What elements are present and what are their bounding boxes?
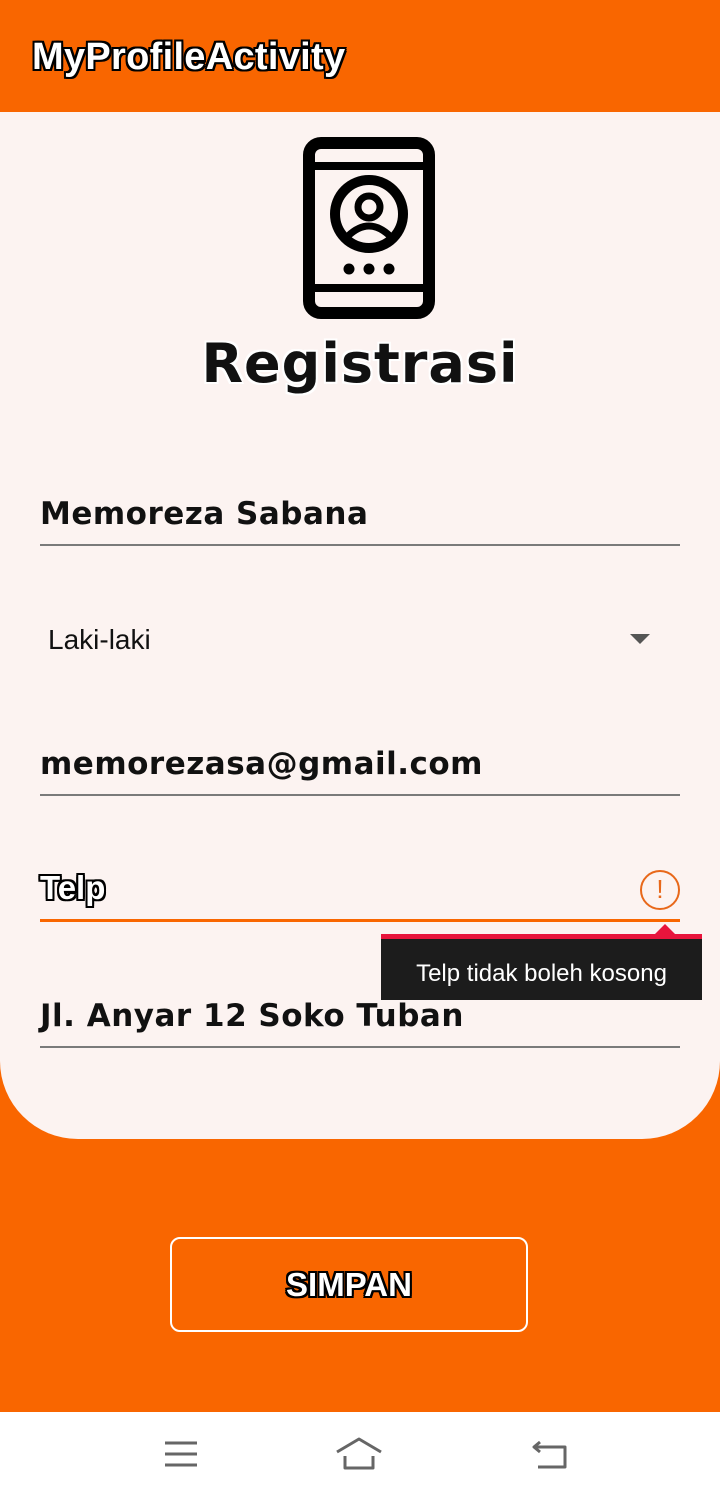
telp-field[interactable]: Telp ! [40,858,680,922]
save-button[interactable]: SIMPAN [170,1237,528,1332]
name-field[interactable]: Memoreza Sabana [40,482,680,546]
phone-profile-icon [303,137,435,319]
menu-icon[interactable] [156,1434,206,1474]
page-title: Registrasi [201,332,519,395]
email-value: memorezasa@gmail.com [40,746,483,782]
home-icon[interactable] [334,1434,384,1474]
dropdown-arrow-icon [630,634,650,644]
back-icon[interactable] [526,1434,576,1474]
name-value: Memoreza Sabana [40,496,369,532]
gender-selected-value: Laki-laki [48,624,151,655]
address-value: Jl. Anyar 12 Soko Tuban [40,998,464,1034]
system-nav-bar [0,1412,720,1496]
error-message: Telp tidak boleh kosong [416,960,667,987]
error-popup: Telp tidak boleh kosong [381,934,702,1000]
email-field[interactable]: memorezasa@gmail.com [40,732,680,796]
app-title: MyProfileActivity [32,36,346,78]
save-button-label: SIMPAN [286,1266,412,1303]
app-bar: MyProfileActivity [0,0,720,112]
gender-spinner[interactable]: Laki-laki [40,608,680,672]
telp-hint: Telp [40,869,106,906]
error-icon: ! [640,870,680,910]
